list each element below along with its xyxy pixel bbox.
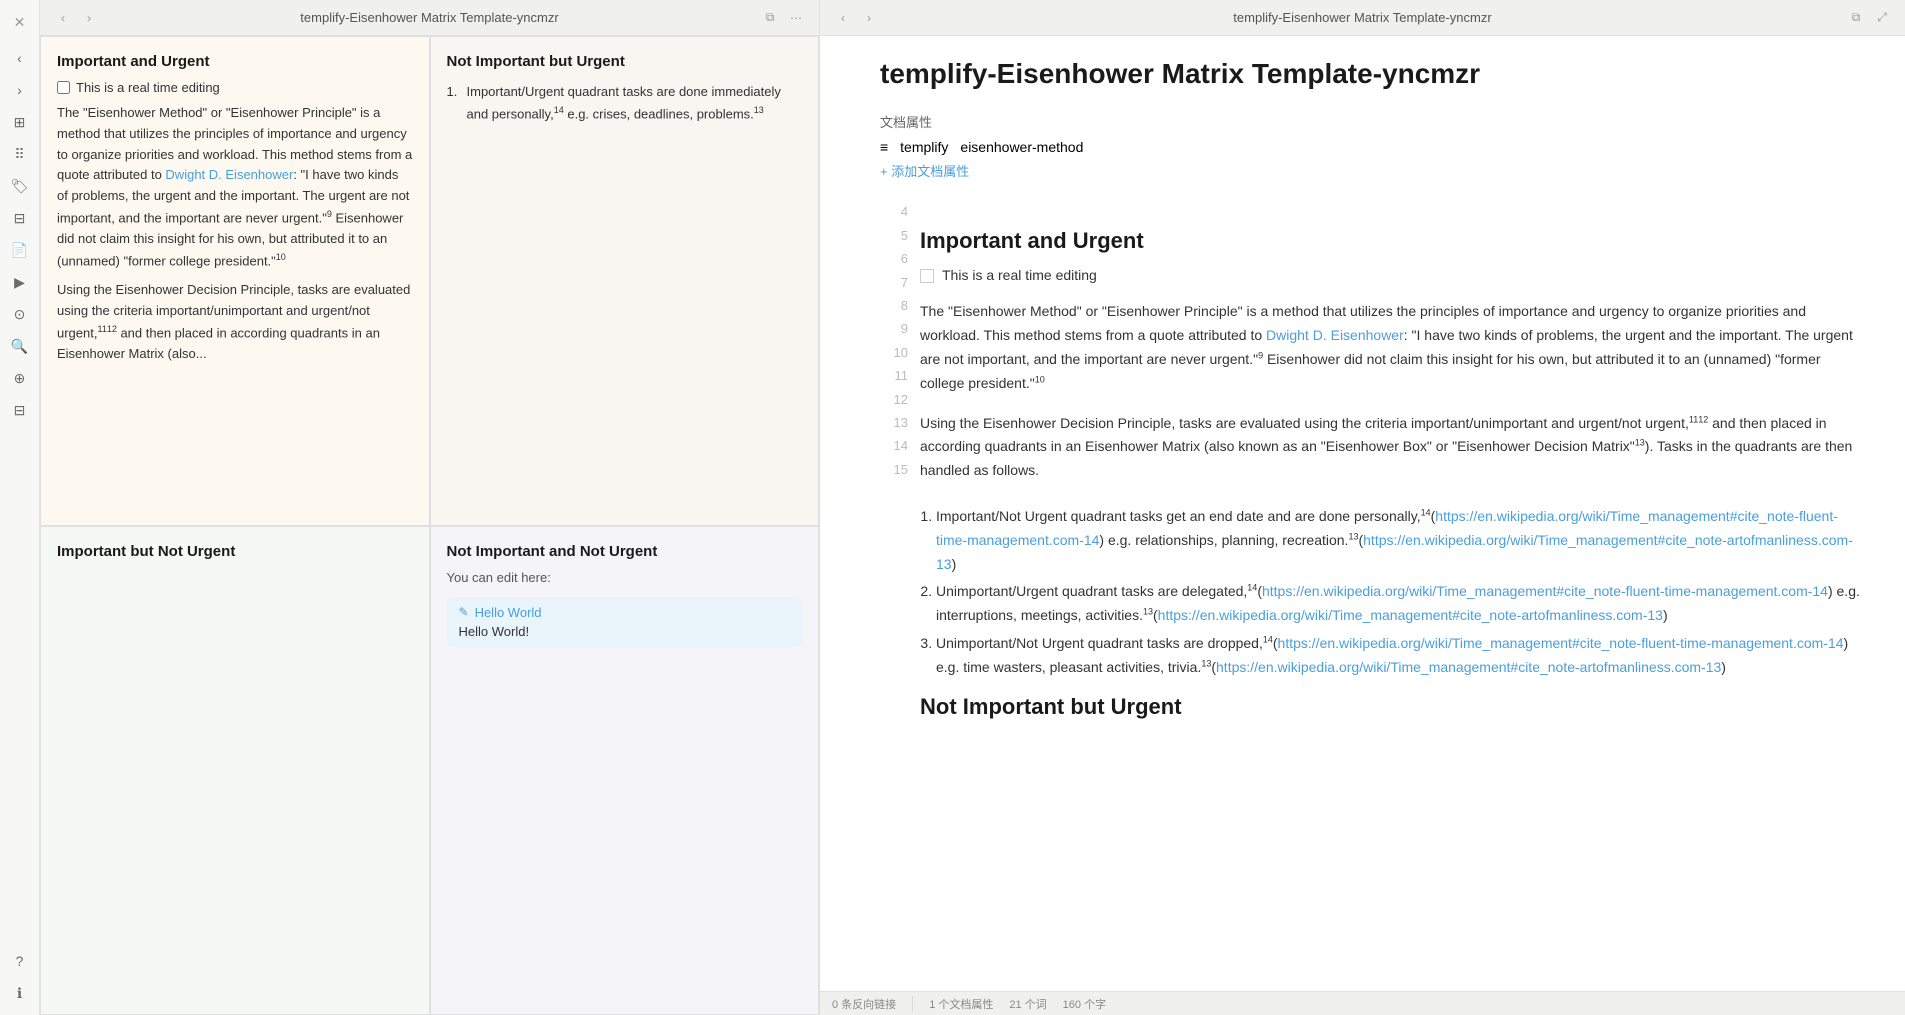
doc-content: templify-Eisenhower Matrix Template-yncm…	[820, 36, 1905, 991]
right-copy-btn[interactable]: ⧉	[1845, 7, 1867, 29]
hello-world-block: ✎ Hello World Hello World!	[447, 597, 803, 647]
doc-list-item-4: Unimportant/Not Urgent quadrant tasks ar…	[936, 632, 1865, 680]
cell-body-1: The "Eisenhower Method" or "Eisenhower P…	[57, 103, 413, 272]
left-nav: ‹ ›	[52, 7, 100, 29]
status-divider-1	[912, 996, 913, 1012]
doc-checkbox[interactable]	[920, 269, 934, 283]
doc-title: templify-Eisenhower Matrix Template-yncm…	[880, 56, 1865, 92]
add-attr-btn[interactable]: + 添加文档属性	[880, 161, 1865, 180]
matrix-grid: Important and Urgent This is a real time…	[40, 36, 819, 1015]
right-pane-header: ‹ › templify-Eisenhower Matrix Template-…	[820, 0, 1905, 36]
tag-value: eisenhower-method	[960, 139, 1083, 155]
close-icon[interactable]: ✕	[6, 8, 34, 36]
list-item-1: Important/Urgent quadrant tasks are done…	[447, 80, 803, 127]
doc-link-wiki-4[interactable]: https://en.wikipedia.org/wiki/Time_manag…	[1158, 607, 1663, 623]
cell-list-1: Important/Urgent quadrant tasks are done…	[447, 80, 803, 127]
doc-body: Important and Urgent This is a real time…	[920, 200, 1865, 728]
bookmark-icon[interactable]: ⊕	[6, 364, 34, 392]
matrix-cell-important-not-urgent: Important but Not Urgent	[40, 526, 430, 1015]
line-numbers: 4 5 6 7 8 9 10 11 12 1	[880, 200, 920, 728]
doc-meta-label: 文档属性	[880, 112, 1865, 131]
right-expand-btn[interactable]: ⤢	[1871, 7, 1893, 29]
right-pane-title: templify-Eisenhower Matrix Template-yncm…	[888, 10, 1837, 25]
inbox-icon[interactable]: ⊟	[6, 396, 34, 424]
status-sync: 0 条反向链接	[832, 996, 896, 1012]
matrix-cell-important-urgent: Important and Urgent This is a real time…	[40, 36, 430, 526]
left-pane: ‹ › templify-Eisenhower Matrix Template-…	[40, 0, 820, 1015]
doc-para-1: The "Eisenhower Method" or "Eisenhower P…	[920, 300, 1865, 395]
doc-para-2: Using the Eisenhower Decision Principle,…	[920, 412, 1865, 483]
forward-icon[interactable]: ›	[6, 76, 34, 104]
doc-h2-important-urgent: Important and Urgent	[920, 226, 1865, 257]
hello-world-heading: Hello World	[475, 605, 542, 620]
cell-edit-note: You can edit here:	[447, 570, 803, 585]
right-pane: ‹ › templify-Eisenhower Matrix Template-…	[820, 0, 1905, 1015]
left-pane-header: ‹ › templify-Eisenhower Matrix Template-…	[40, 0, 819, 36]
checkbox-label-1: This is a real time editing	[76, 80, 220, 95]
eisenhower-link[interactable]: Dwight D. Eisenhower	[165, 167, 293, 182]
apps-icon[interactable]: ⠿	[6, 140, 34, 168]
main-area: ‹ › templify-Eisenhower Matrix Template-…	[40, 0, 1905, 1015]
right-forward-btn[interactable]: ›	[858, 7, 880, 29]
cell-title-not-important-urgent: Not Important but Urgent	[447, 53, 803, 70]
back-icon[interactable]: ‹	[6, 44, 34, 72]
file-icon[interactable]: 📄	[6, 236, 34, 264]
status-docs: 1 个文档属性	[929, 996, 993, 1012]
left-pane-title: templify-Eisenhower Matrix Template-yncm…	[108, 10, 751, 25]
doc-link-wiki-5[interactable]: https://en.wikipedia.org/wiki/Time_manag…	[1278, 635, 1844, 651]
cell-title-not-important-not-urgent: Not Important and Not Urgent	[447, 543, 803, 560]
play-icon[interactable]: ▶	[6, 268, 34, 296]
doc-eisenhower-link[interactable]: Dwight D. Eisenhower	[1266, 327, 1404, 343]
doc-tags: ≡ templify eisenhower-method	[880, 139, 1865, 155]
left-back-btn[interactable]: ‹	[52, 7, 74, 29]
matrix-cell-not-important-not-urgent: Not Important and Not Urgent You can edi…	[430, 526, 820, 1015]
cell-title-important-urgent: Important and Urgent	[57, 53, 413, 70]
settings-circle-icon[interactable]: ⊙	[6, 300, 34, 328]
hello-world-title: ✎ Hello World	[459, 605, 791, 620]
status-bar: 0 条反向链接 1 个文档属性 21 个词 160 个字	[820, 991, 1905, 1015]
pencil-icon: ✎	[459, 605, 469, 619]
left-forward-btn[interactable]: ›	[78, 7, 100, 29]
status-words: 21 个词	[1009, 996, 1046, 1012]
line-number-content: 4 5 6 7 8 9 10 11 12 1	[880, 200, 1865, 728]
doc-link-wiki-3[interactable]: https://en.wikipedia.org/wiki/Time_manag…	[1262, 583, 1828, 599]
tag-name: templify	[900, 139, 948, 155]
layers-icon[interactable]: ⊟	[6, 204, 34, 232]
realtime-checkbox[interactable]	[57, 81, 70, 94]
tag-icon[interactable]: 🏷	[6, 172, 34, 200]
cell-title-important-not-urgent: Important but Not Urgent	[57, 543, 413, 560]
left-pane-actions: ⧉ ⋯	[759, 7, 807, 29]
copy-btn[interactable]: ⧉	[759, 7, 781, 29]
doc-list-item-3: Unimportant/Urgent quadrant tasks are de…	[936, 580, 1865, 628]
doc-link-wiki-6[interactable]: https://en.wikipedia.org/wiki/Time_manag…	[1216, 659, 1721, 675]
matrix-cell-not-important-urgent: Not Important but Urgent Important/Urgen…	[430, 36, 820, 526]
checkbox-row-1: This is a real time editing	[57, 80, 413, 95]
help-icon[interactable]: ?	[6, 947, 34, 975]
doc-h2-not-important-urgent: Not Important but Urgent	[920, 692, 1865, 723]
doc-list-item-2: Important/Not Urgent quadrant tasks get …	[936, 505, 1865, 576]
doc-list: Important/Not Urgent quadrant tasks get …	[936, 505, 1865, 680]
right-back-btn[interactable]: ‹	[832, 7, 854, 29]
status-chars: 160 个字	[1063, 996, 1106, 1012]
sidebar: ✕ ‹ › ⊞ ⠿ 🏷 ⊟ 📄 ▶ ⊙ 🔍 ⊕ ⊟ ? ℹ	[0, 0, 40, 1015]
hello-world-content: Hello World!	[459, 624, 791, 639]
grid-icon[interactable]: ⊞	[6, 108, 34, 136]
right-nav: ‹ ›	[832, 7, 880, 29]
tag-icon: ≡	[880, 139, 888, 155]
right-pane-actions: ⧉ ⤢	[1845, 7, 1893, 29]
doc-checkbox-label: This is a real time editing	[942, 263, 1097, 288]
cell-body-2: Using the Eisenhower Decision Principle,…	[57, 280, 413, 365]
search-icon[interactable]: 🔍	[6, 332, 34, 360]
doc-checkbox-row: This is a real time editing	[920, 263, 1865, 288]
info-icon[interactable]: ℹ	[6, 979, 34, 1007]
more-btn[interactable]: ⋯	[785, 7, 807, 29]
